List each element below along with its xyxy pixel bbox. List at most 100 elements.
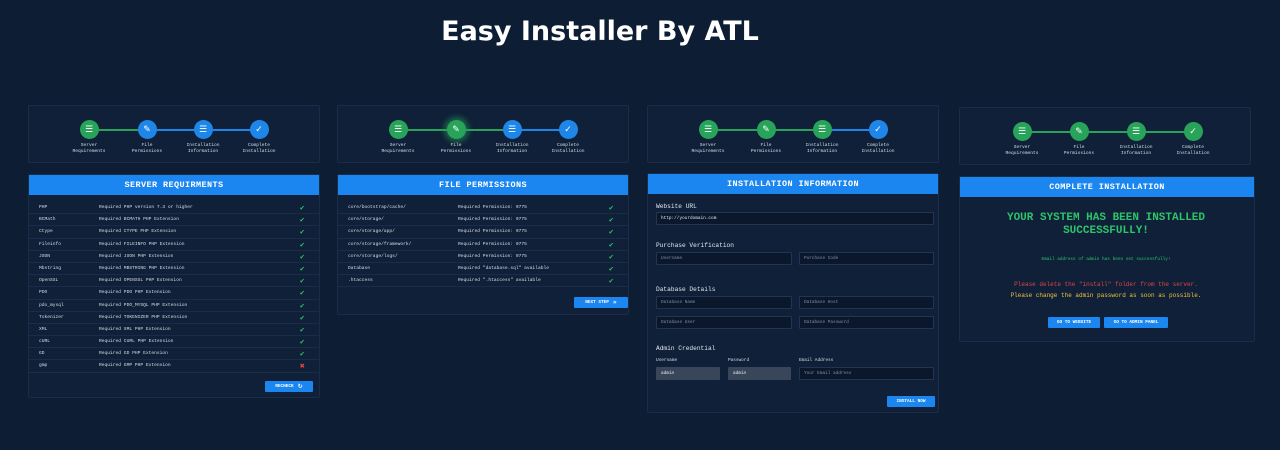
list-item: PHP Required PHP version 7.3 or higher ✔ [29, 202, 319, 215]
delete-folder-warning: Please delete the "install" folder from … [1014, 281, 1198, 288]
email-success-note: Email address of admin has been set succ… [1041, 257, 1171, 262]
item-name: Fileinfo [39, 241, 62, 247]
list-item: Tokenizer Required TOKENIZER PHP Extensio… [29, 312, 319, 324]
go-to-admin-panel-button[interactable]: GO TO ADMIN PANEL [1104, 317, 1168, 328]
check-icon: ✔ [299, 252, 305, 261]
list-item: core/storage/logs/Required Permission: 0… [338, 251, 628, 263]
item-name: JSON [39, 253, 51, 259]
list-item: Database Required "database.sql" availabl… [338, 263, 628, 276]
step-server-requirements: ☰ Server Requirements [678, 120, 738, 155]
list-icon: ☰ [1012, 122, 1032, 141]
check-icon: ✔ [299, 228, 305, 237]
item-name: .htaccess [348, 278, 373, 284]
database-password-input[interactable]: Database Password [799, 316, 934, 329]
item-name: core/storage/ [348, 217, 384, 223]
step-server-requirements: ☰ Server Requirements [59, 120, 119, 155]
item-requirement: Required GD PHP Extension [99, 351, 168, 357]
check-icon: ✔ [608, 240, 614, 249]
item-name: Tokenizer [39, 314, 64, 320]
recheck-button[interactable]: RECHECK ↻ [265, 381, 313, 392]
install-now-button[interactable]: INSTALL NOW [887, 396, 935, 407]
step-installation-information: ☰ Installation Information [792, 120, 852, 155]
admin-username-label: Username [656, 358, 678, 363]
database-icon: ☰ [1126, 122, 1146, 141]
item-requirement: Required GMP PHP Extension [99, 363, 171, 369]
database-name-input[interactable]: Database Name [656, 296, 792, 309]
step-installation-information: ☰ Installation Information [173, 120, 233, 155]
item-requirement: Required ".htaccess" available [458, 278, 541, 284]
database-details-label: Database Details [656, 286, 716, 293]
check-icon: ✔ [299, 350, 305, 359]
purchase-verification-label: Purchase Verification [656, 242, 734, 249]
cross-icon: ✖ [299, 362, 305, 371]
purchase-username-input[interactable]: Username [656, 252, 792, 265]
database-icon: ☰ [812, 120, 832, 139]
list-item: GD Required GD PHP Extension ✔ [29, 348, 319, 361]
file-edit-icon: ✎ [756, 120, 776, 139]
list-item: JSON Required JSON PHP Extension ✔ [29, 251, 319, 263]
next-step-button[interactable]: NEXT STEP » [574, 297, 628, 308]
go-to-website-button[interactable]: GO TO WEBSITE [1048, 317, 1100, 328]
check-icon: ✔ [299, 277, 305, 286]
item-requirement: Required Permission: 0775 [458, 205, 527, 210]
check-icon: ✔ [299, 264, 305, 273]
item-requirement: Required Permission: 0775 [458, 217, 527, 223]
website-url-input[interactable]: http://yourdomain.com [656, 212, 934, 225]
step-complete-installation: ✓ Complete Installation [229, 120, 289, 155]
check-icon: ✔ [608, 228, 614, 237]
admin-email-input[interactable]: Your Email address [799, 367, 934, 380]
item-name: cURL [39, 339, 51, 345]
database-user-input[interactable]: Database User [656, 316, 792, 329]
item-requirement: Required TOKENIZER PHP Extension [99, 314, 188, 320]
database-host-input[interactable]: Database Host [799, 296, 934, 309]
item-name: core/storage/app/ [348, 229, 395, 235]
item-requirement: Required Permission: 0775 [458, 253, 527, 259]
admin-credential-label: Admin Credential [656, 345, 716, 352]
item-name: XML [39, 326, 48, 332]
database-icon: ☰ [193, 120, 213, 139]
check-icon: ✔ [299, 301, 305, 310]
check-icon: ✔ [299, 338, 305, 347]
step-complete-installation: ✓ Complete Installation [538, 120, 598, 155]
list-item: XML Required XML PHP Extension ✔ [29, 324, 319, 337]
item-name: Mbstring [39, 265, 62, 271]
item-requirement: Required CURL PHP Extension [99, 339, 174, 345]
item-requirement: Required MBSTRING PHP Extension [99, 265, 185, 271]
item-name: BCMath [39, 217, 56, 223]
change-password-warning: Please change the admin password as soon… [1010, 292, 1202, 299]
database-icon: ☰ [502, 120, 522, 139]
page-title: Easy Installer By ATL [441, 16, 759, 47]
check-icon: ✔ [299, 216, 305, 225]
item-requirement: Required JSON PHP Extension [99, 253, 174, 259]
list-icon: ☰ [698, 120, 718, 139]
list-item: pdo_mysql Required PDO_MYSQL PHP Extensio… [29, 300, 319, 312]
item-name: GD [39, 351, 45, 357]
refresh-icon: ↻ [297, 383, 303, 390]
item-requirement: Required Permission: 0775 [458, 241, 527, 247]
step-file-permissions: ✎ File Permissions [736, 120, 796, 155]
item-requirement: Required PDO PHP Extension [99, 290, 171, 296]
item-requirement: Required BCMATH PHP Extension [99, 217, 179, 223]
step-file-permissions: ✎ File Permissions [1049, 122, 1109, 157]
list-item: PDO Required PDO PHP Extension ✔ [29, 287, 319, 300]
purchase-code-input[interactable]: Purchase Code [799, 252, 934, 265]
item-name: Ctype [39, 229, 53, 235]
item-name: core/bootstrap/cache/ [348, 205, 406, 210]
admin-password-input[interactable]: admin [728, 367, 791, 380]
double-chevron-right-icon: » [612, 299, 617, 306]
item-name: gmp [39, 363, 48, 369]
list-item: core/storage/framework/Required Permissi… [338, 239, 628, 251]
file-edit-icon: ✎ [446, 120, 466, 139]
installation-information-card: INSTALLATION INFORMATION Website URL htt… [647, 173, 939, 413]
list-item: .htaccess Required ".htaccess" available ✔ [338, 275, 628, 288]
check-icon: ✔ [608, 204, 614, 212]
list-item: Ctype Required CTYPE PHP Extension ✔ [29, 226, 319, 239]
item-requirement: Required CTYPE PHP Extension [99, 229, 177, 235]
check-icon: ✔ [608, 264, 614, 273]
check-circle-icon: ✓ [558, 120, 578, 139]
list-item: gmp Required GMP PHP Extension ✖ [29, 360, 319, 373]
file-permissions-card: FILE PERMISSIONS core/bootstrap/cache/Re… [337, 174, 629, 315]
check-icon: ✔ [608, 277, 614, 286]
step-installation-information: ☰ Installation Information [1106, 122, 1166, 157]
admin-username-input[interactable]: admin [656, 367, 720, 380]
